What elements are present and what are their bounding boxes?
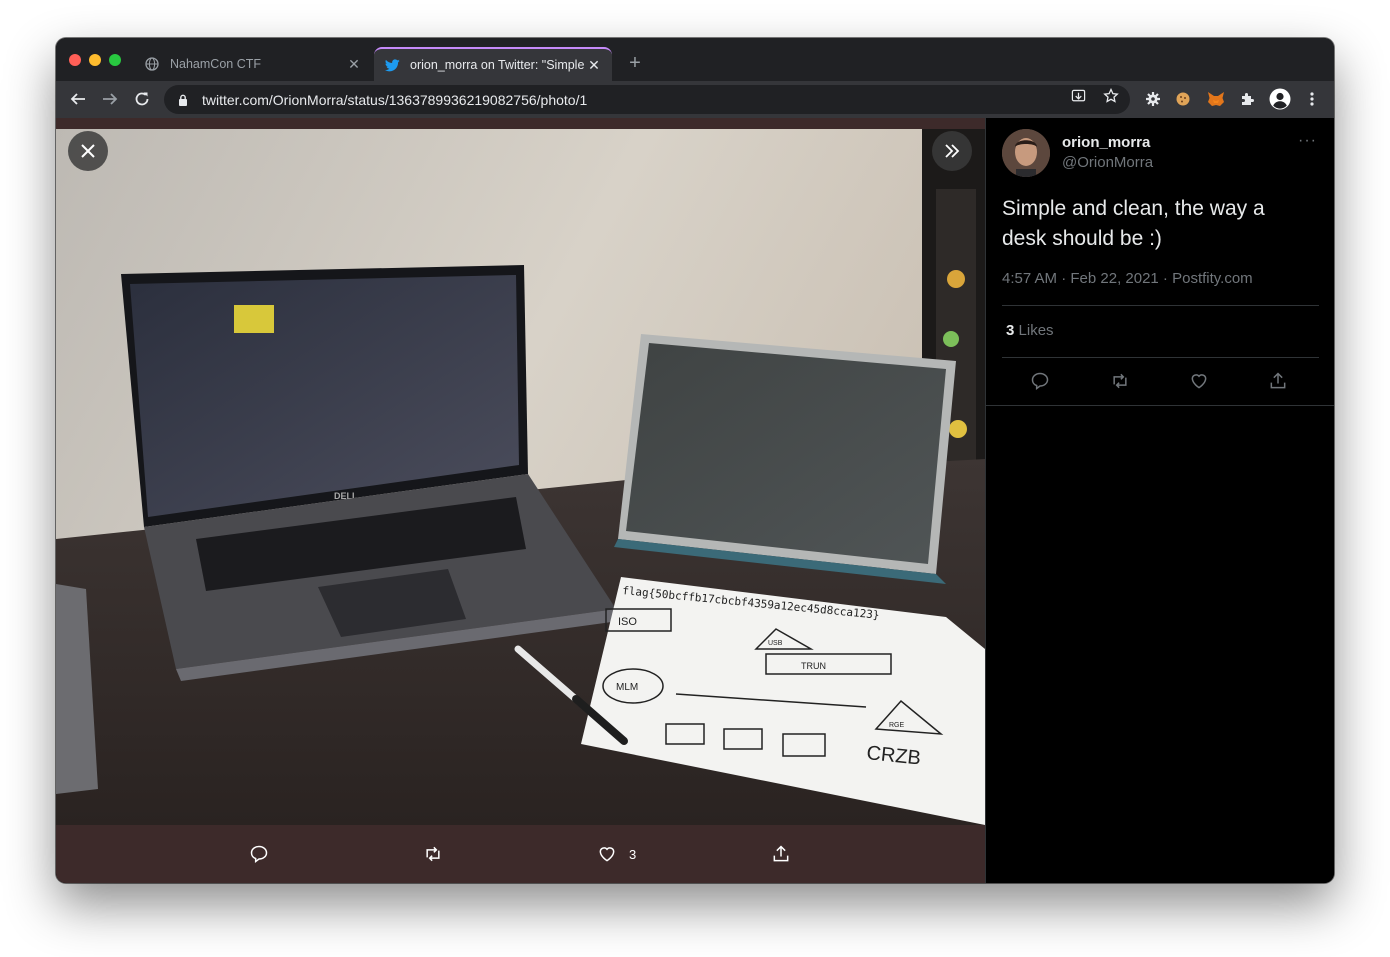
divider xyxy=(1002,305,1319,306)
tweet-timestamp[interactable]: 4:57 AM · Feb 22, 2021 · Postfity.com xyxy=(1002,270,1253,287)
likes-count[interactable]: 3 Likes xyxy=(1006,322,1054,339)
heart-icon xyxy=(599,847,615,862)
retweet-icon xyxy=(426,846,440,862)
close-window-button[interactable] xyxy=(69,54,81,66)
kebab-menu-icon[interactable] xyxy=(1302,89,1322,109)
svg-text:TRUN: TRUN xyxy=(801,661,826,671)
sidebar-retweet-button[interactable] xyxy=(1109,370,1131,392)
tab-twitter-status[interactable]: orion_morra on Twitter: "Simple ✕ xyxy=(374,47,612,81)
lock-icon xyxy=(176,93,190,107)
retweet-button[interactable] xyxy=(423,843,455,865)
minimize-window-button[interactable] xyxy=(89,54,101,66)
svg-text:RGE: RGE xyxy=(889,722,905,729)
close-icon xyxy=(81,144,95,158)
back-button[interactable] xyxy=(65,86,91,112)
metamask-fox-icon[interactable] xyxy=(1206,89,1226,109)
gear-extension-icon[interactable] xyxy=(1143,89,1163,109)
more-options-button[interactable]: ··· xyxy=(1298,132,1317,150)
cookie-extension-icon[interactable] xyxy=(1173,89,1193,109)
zoom-window-button[interactable] xyxy=(109,54,121,66)
browser-toolbar: twitter.com/OrionMorra/status/1363789936… xyxy=(56,81,1334,118)
user-handle[interactable]: @OrionMorra xyxy=(1062,154,1153,171)
heart-icon xyxy=(1191,374,1207,389)
tab-strip: NahamCon CTF ✕ orion_morra on Twitter: "… xyxy=(56,38,1334,81)
tab-title: orion_morra on Twitter: "Simple xyxy=(410,58,585,72)
avatar[interactable] xyxy=(1002,129,1050,177)
svg-text:USB: USB xyxy=(768,640,783,647)
sidebar-reply-button[interactable] xyxy=(1029,370,1051,392)
share-upload-icon xyxy=(1270,372,1286,389)
display-name[interactable]: orion_morra xyxy=(1062,134,1150,151)
share-button[interactable] xyxy=(771,843,803,865)
svg-text:ISO: ISO xyxy=(618,616,637,628)
photo-action-bar: 3 xyxy=(56,825,985,883)
tab-nahamcon-ctf[interactable]: NahamCon CTF ✕ xyxy=(134,47,372,81)
address-bar[interactable]: twitter.com/OrionMorra/status/1363789936… xyxy=(164,85,1130,114)
arrow-left-icon xyxy=(70,93,85,105)
desk-photo[interactable]: DELL flag{50bcffb17cbcbf4359a12ec45d8cca… xyxy=(56,129,985,825)
twitter-bird-icon xyxy=(384,57,400,73)
divider xyxy=(1002,357,1319,358)
page-content: DELL flag{50bcffb17cbcbf4359a12ec45d8cca… xyxy=(56,118,1334,883)
arrow-right-icon xyxy=(103,93,118,105)
collapse-sidebar-button[interactable] xyxy=(932,131,972,171)
browser-window: NahamCon CTF ✕ orion_morra on Twitter: "… xyxy=(56,38,1334,883)
share-upload-icon xyxy=(773,845,789,862)
double-chevron-right-icon xyxy=(945,144,960,158)
install-app-icon[interactable] xyxy=(1070,88,1086,104)
divider xyxy=(986,405,1334,406)
forward-button[interactable] xyxy=(97,86,123,112)
reply-button[interactable] xyxy=(249,843,281,865)
retweet-icon xyxy=(1113,373,1127,389)
sidebar-like-button[interactable] xyxy=(1188,370,1210,392)
new-tab-button[interactable]: + xyxy=(624,53,646,75)
reply-bubble-icon xyxy=(250,845,268,863)
tweet-text: Simple and clean, the way a desk should … xyxy=(1002,197,1265,250)
reload-icon xyxy=(135,92,149,106)
tab-title: NahamCon CTF xyxy=(170,57,261,71)
profile-avatar-icon[interactable] xyxy=(1268,87,1292,111)
close-photo-button[interactable] xyxy=(68,131,108,171)
tweet-sidebar: orion_morra @OrionMorra ··· Simple and c… xyxy=(985,118,1334,883)
like-count: 3 xyxy=(629,846,637,862)
puzzle-extensions-icon[interactable] xyxy=(1238,89,1258,109)
close-tab-icon[interactable]: ✕ xyxy=(586,57,602,74)
close-tab-icon[interactable]: ✕ xyxy=(346,56,362,73)
sidebar-share-button[interactable] xyxy=(1267,370,1289,392)
photo-viewer: DELL flag{50bcffb17cbcbf4359a12ec45d8cca… xyxy=(56,118,985,883)
bookmark-star-icon[interactable] xyxy=(1103,88,1119,104)
svg-text:MLM: MLM xyxy=(616,682,638,693)
like-button[interactable]: 3 xyxy=(597,843,636,865)
reply-bubble-icon xyxy=(1031,372,1049,390)
url-text: twitter.com/OrionMorra/status/1363789936… xyxy=(202,91,588,108)
globe-icon xyxy=(144,56,160,72)
reload-button[interactable] xyxy=(129,86,155,112)
